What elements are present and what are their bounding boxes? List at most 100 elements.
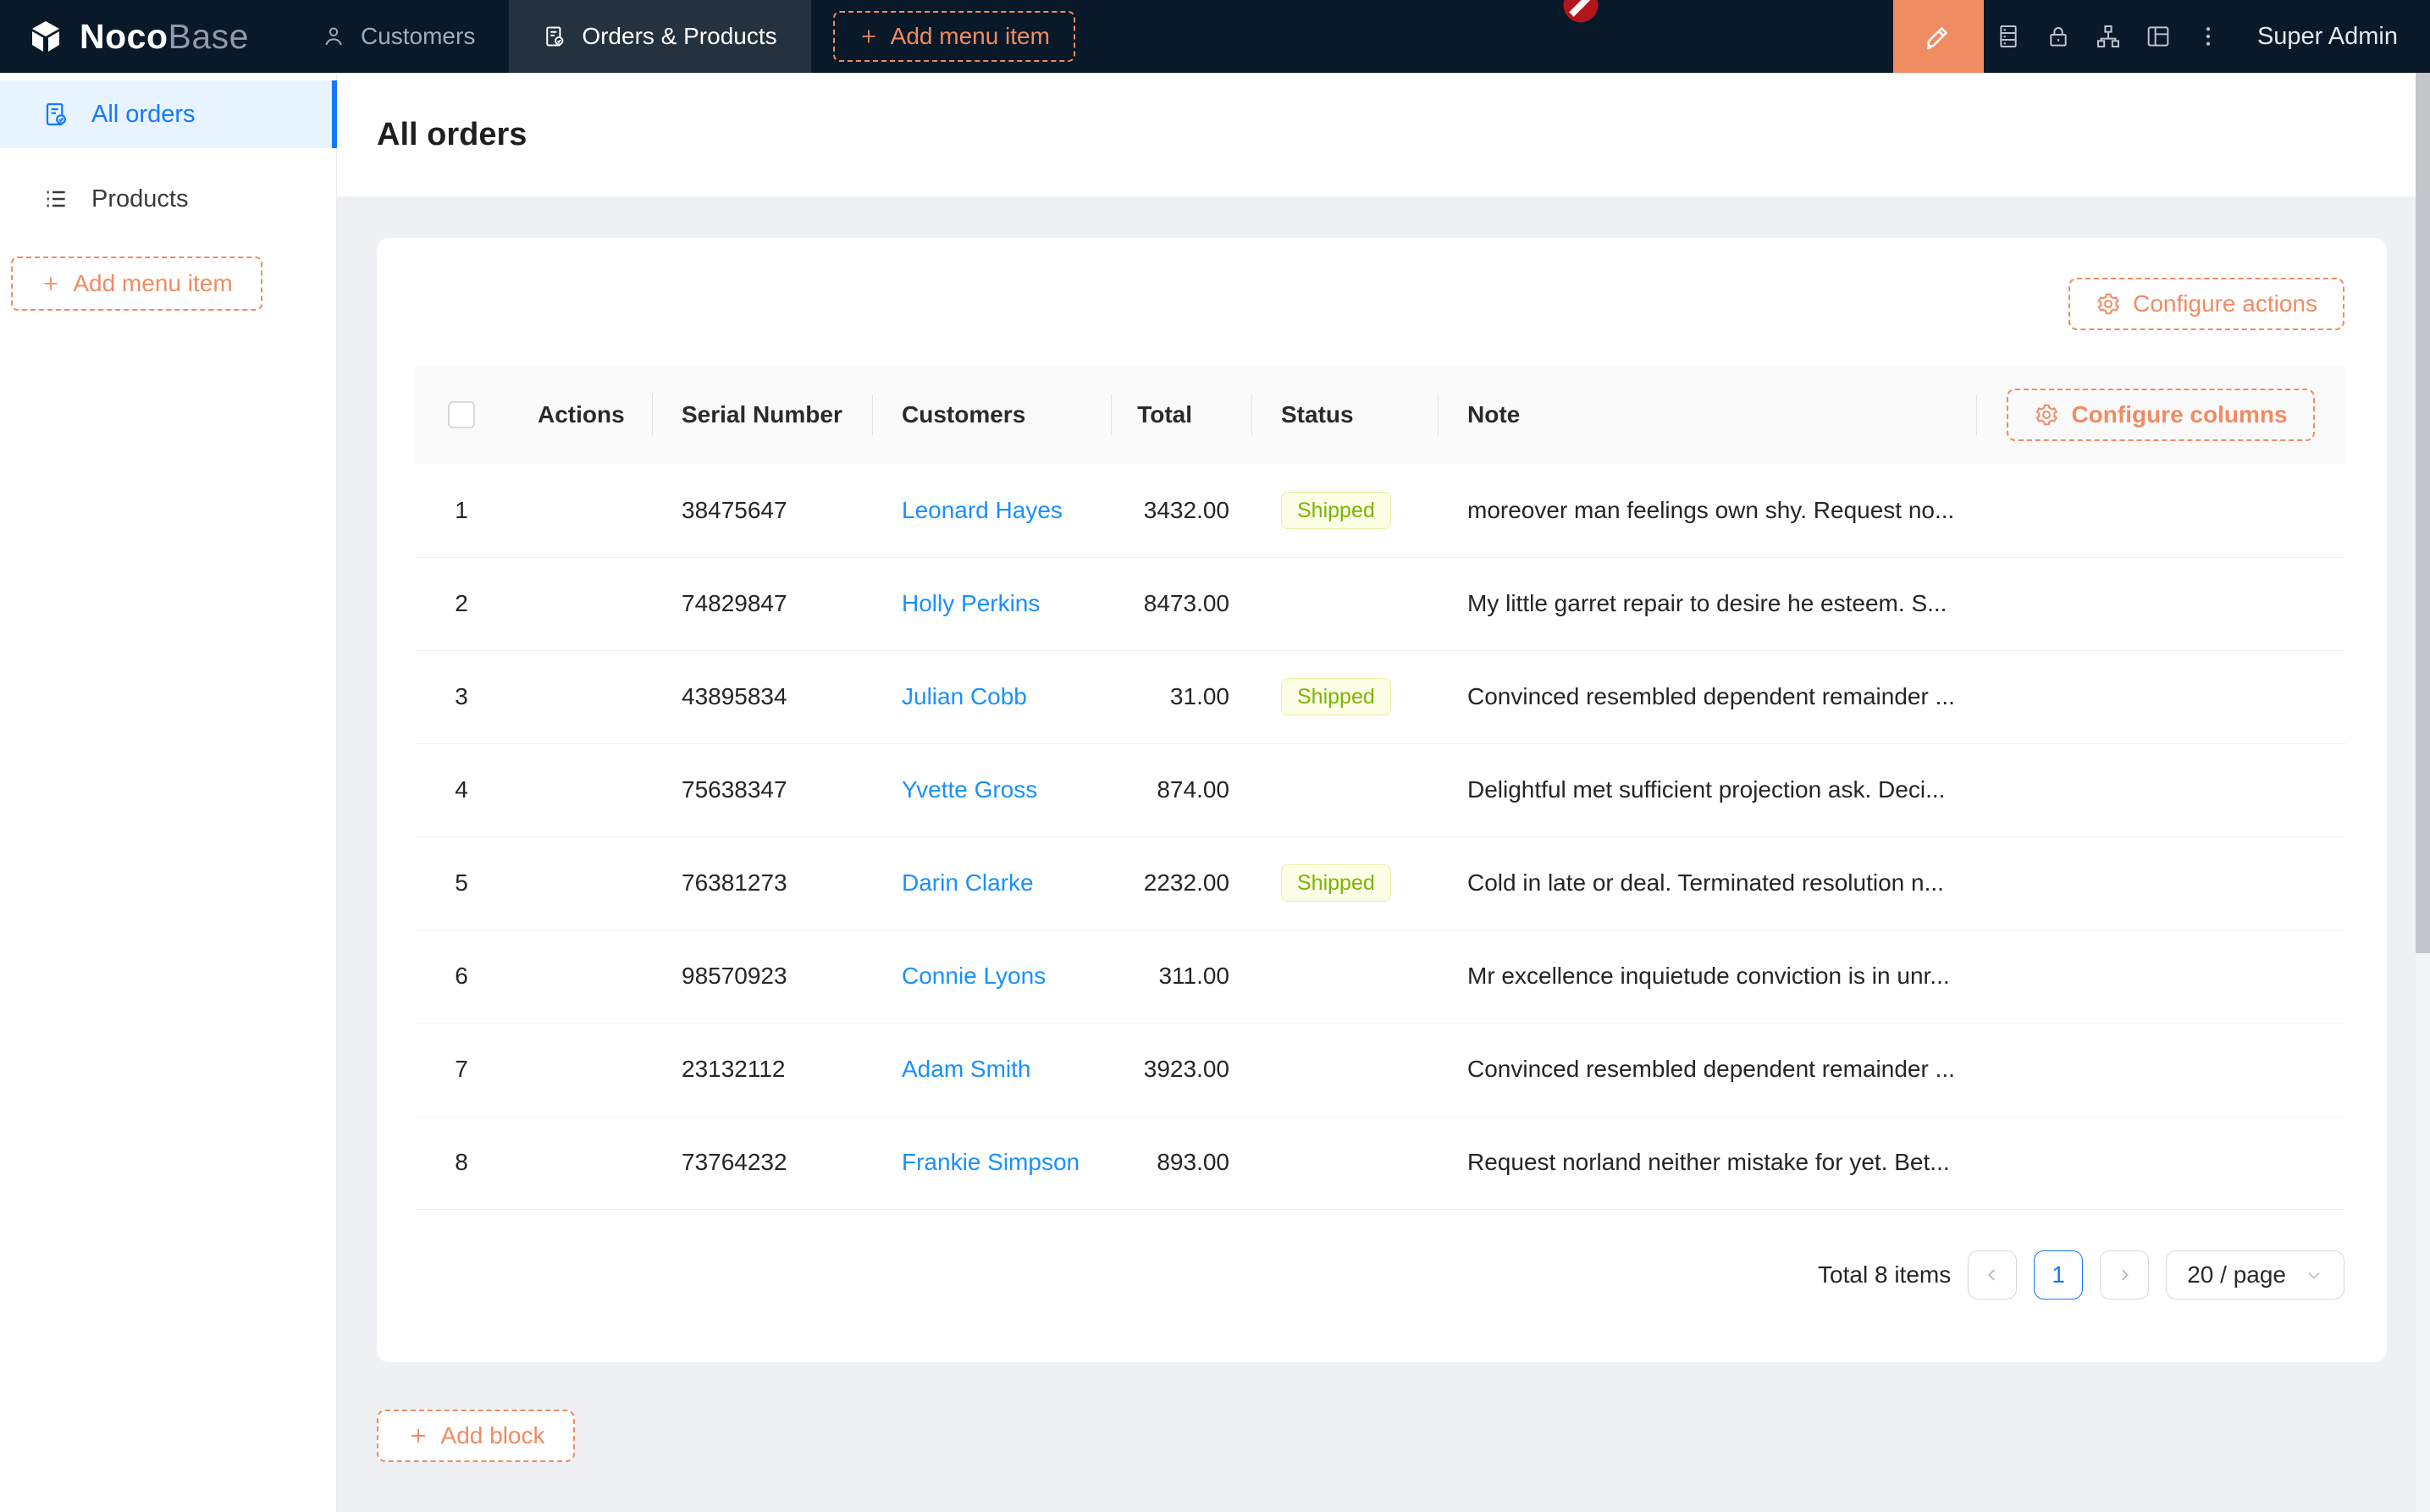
plus-icon — [41, 273, 61, 294]
chevron-right-icon — [2115, 1266, 2134, 1284]
app-root: NocoBase Customers Orders & Products — [0, 0, 2430, 1512]
note-cell: Request norland neither mistake for yet.… — [1438, 1116, 1976, 1209]
customer-link[interactable]: Frankie Simpson — [902, 1149, 1080, 1175]
user-menu[interactable]: Super Admin — [2234, 0, 2430, 73]
customer-link[interactable]: Darin Clarke — [902, 869, 1034, 896]
pagination-total: Total 8 items — [1818, 1261, 1951, 1289]
serial-cell: 76381273 — [652, 836, 872, 930]
table-row: 698570923Connie Lyons311.00Mr excellence… — [415, 930, 2345, 1023]
table-row: 576381273Darin Clarke2232.00ShippedCold … — [415, 836, 2345, 930]
list-icon — [42, 185, 69, 212]
sidebar-add-menu-item-button[interactable]: Add menu item — [11, 257, 262, 311]
select-all-checkbox[interactable] — [448, 401, 475, 428]
status-cell — [1251, 930, 1438, 1023]
note-cell: Convinced resembled dependent remainder … — [1438, 1023, 1976, 1116]
status-badge: Shipped — [1281, 678, 1391, 715]
tab-customers-label: Customers — [361, 23, 475, 50]
customer-cell: Frankie Simpson — [872, 1116, 1111, 1209]
top-bar: NocoBase Customers Orders & Products — [0, 0, 2430, 73]
sidebar-item-products[interactable]: Products — [0, 165, 336, 233]
table-row: 723132112Adam Smith3923.00Convinced rese… — [415, 1023, 2345, 1116]
sidebar-add-menu-item-label: Add menu item — [73, 270, 232, 297]
row-trailing-cell — [1976, 1116, 2345, 1209]
highlighter-icon — [1923, 21, 1953, 52]
table-row: 274829847Holly Perkins8473.00My little g… — [415, 557, 2345, 650]
status-cell — [1251, 743, 1438, 836]
customer-cell: Leonard Hayes — [872, 464, 1111, 557]
customer-cell: Holly Perkins — [872, 557, 1111, 650]
gear-icon — [2096, 291, 2121, 317]
serial-cell: 38475647 — [652, 464, 872, 557]
column-header-status: Status — [1251, 365, 1438, 464]
pagination-next-button[interactable] — [2100, 1250, 2149, 1300]
customer-link[interactable]: Leonard Hayes — [902, 497, 1063, 523]
logo-icon — [25, 16, 66, 57]
customer-link[interactable]: Holly Perkins — [902, 590, 1040, 616]
pagination-page-label: 1 — [2052, 1261, 2065, 1289]
row-index: 3 — [415, 650, 508, 743]
brand-bold: Noco — [80, 17, 168, 56]
row-trailing-cell — [1976, 836, 2345, 930]
table-row: 343895834Julian Cobb31.00ShippedConvince… — [415, 650, 2345, 743]
row-index: 8 — [415, 1116, 508, 1209]
order-doc-icon — [543, 25, 566, 48]
configure-actions-label: Configure actions — [2133, 290, 2317, 317]
layout-icon[interactable] — [2134, 0, 2184, 73]
server-icon[interactable] — [1984, 0, 2034, 73]
add-block-button[interactable]: Add block — [377, 1410, 575, 1462]
note-cell: Mr excellence inquietude conviction is i… — [1438, 930, 1976, 1023]
ui-editor-button[interactable] — [1893, 0, 1984, 73]
customer-cell: Julian Cobb — [872, 650, 1111, 743]
orders-table: Actions Serial Number Customers Total St… — [415, 365, 2345, 1210]
chevron-left-icon — [1983, 1266, 2002, 1284]
actions-cell — [508, 930, 652, 1023]
configure-actions-button[interactable]: Configure actions — [2068, 278, 2344, 330]
tab-orders-products[interactable]: Orders & Products — [509, 0, 810, 73]
orders-table-body: 138475647Leonard Hayes3432.00Shippedmore… — [415, 464, 2345, 1209]
select-all-header — [415, 365, 508, 464]
total-cell: 893.00 — [1111, 1116, 1251, 1209]
more-menu-icon[interactable] — [2184, 0, 2234, 73]
row-index: 1 — [415, 464, 508, 557]
page-scrollbar[interactable] — [2416, 73, 2430, 1512]
column-header-note: Note — [1438, 365, 1976, 464]
configure-columns-button[interactable]: Configure columns — [2007, 389, 2314, 441]
header-add-menu-item-button[interactable]: Add menu item — [833, 11, 1075, 62]
pagination-prev-button[interactable] — [1968, 1250, 2017, 1300]
tab-customers[interactable]: Customers — [288, 0, 509, 73]
actions-cell — [508, 1116, 652, 1209]
table-row: 475638347Yvette Gross874.00Delightful me… — [415, 743, 2345, 836]
row-index: 7 — [415, 1023, 508, 1116]
customer-link[interactable]: Julian Cobb — [902, 683, 1027, 709]
customer-cell: Adam Smith — [872, 1023, 1111, 1116]
row-index: 5 — [415, 836, 508, 930]
actions-cell — [508, 1023, 652, 1116]
lock-icon[interactable] — [2034, 0, 2084, 73]
status-cell: Shipped — [1251, 836, 1438, 930]
user-name-label: Super Admin — [2257, 23, 2398, 51]
total-cell: 3923.00 — [1111, 1023, 1251, 1116]
nocobase-logo[interactable]: NocoBase — [0, 0, 288, 73]
customer-cell: Connie Lyons — [872, 930, 1111, 1023]
note-cell: moreover man feelings own shy. Request n… — [1438, 464, 1976, 557]
pagination-page-1[interactable]: 1 — [2034, 1250, 2083, 1300]
actions-cell — [508, 557, 652, 650]
status-cell: Shipped — [1251, 464, 1438, 557]
table-header-row: Actions Serial Number Customers Total St… — [415, 365, 2345, 464]
page-size-select[interactable]: 20 / page — [2166, 1250, 2344, 1300]
column-header-serial: Serial Number — [652, 365, 872, 464]
scrollbar-thumb[interactable] — [2416, 73, 2430, 953]
brand-light: Base — [168, 17, 249, 56]
configure-columns-label: Configure columns — [2071, 401, 2287, 428]
plus-icon — [407, 1425, 429, 1447]
customer-link[interactable]: Connie Lyons — [902, 963, 1046, 989]
customer-link[interactable]: Adam Smith — [902, 1056, 1031, 1082]
gear-icon — [2034, 402, 2059, 428]
customer-link[interactable]: Yvette Gross — [902, 776, 1037, 803]
plugin-flow-icon[interactable] — [2084, 0, 2134, 73]
table-row: 873764232Frankie Simpson893.00Request no… — [415, 1116, 2345, 1209]
sidebar-item-all-orders[interactable]: All orders — [0, 80, 336, 148]
page-header: All orders — [337, 73, 2416, 196]
table-row: 138475647Leonard Hayes3432.00Shippedmore… — [415, 464, 2345, 557]
row-index: 2 — [415, 557, 508, 650]
